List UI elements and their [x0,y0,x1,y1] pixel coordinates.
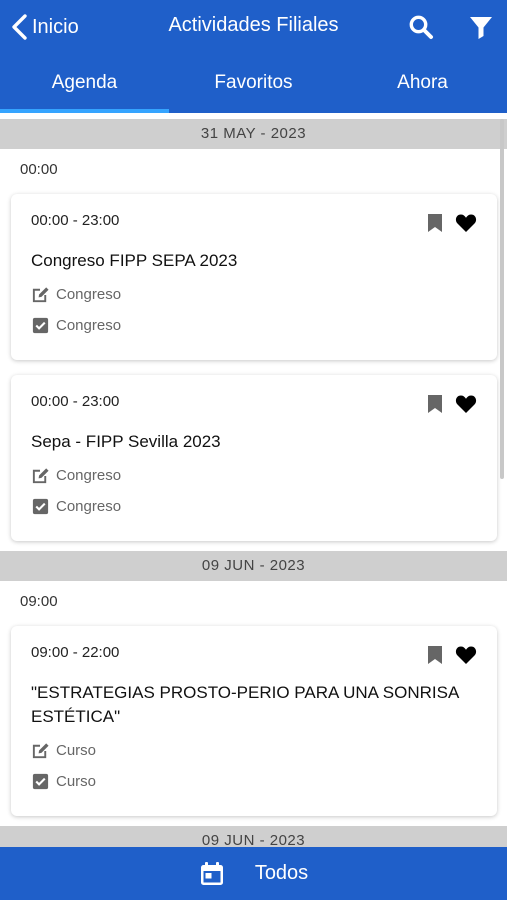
event-category: Curso [31,772,477,791]
checkbox-checked-icon [32,317,49,334]
event-category: Congreso [31,497,477,516]
event-title: Congreso FIPP SEPA 2023 [31,251,238,270]
time-group-label: 00:00 [20,161,58,178]
bookmark-icon[interactable] [427,394,443,419]
heart-icon[interactable] [455,394,477,419]
chevron-left-icon [12,14,27,40]
bookmark-icon[interactable] [427,213,443,238]
all-filter-label: Todos [254,862,309,884]
search-icon [409,15,433,39]
back-label: Inicio [32,15,79,38]
event-type: Congreso [31,285,477,304]
search-button[interactable] [406,12,436,42]
heart-icon[interactable] [455,213,477,238]
event-card[interactable]: 09:00 - 22:00 "ESTRATEGIAS PROSTO-PERIO … [11,626,497,816]
checkbox-checked-icon [32,773,49,790]
event-title: Sepa - FIPP Sevilla 2023 [31,432,221,451]
time-group-label: 09:00 [20,593,58,610]
scrollbar[interactable] [500,119,504,479]
day-header: 31 MAY - 2023 [0,119,507,149]
edit-icon [32,287,49,303]
back-button[interactable]: Inicio [10,10,79,44]
day-header: 09 JUN - 2023 [0,826,507,847]
event-category: Congreso [31,316,477,335]
event-card[interactable]: 00:00 - 23:00 Congreso FIPP SEPA 2023 Co… [11,194,497,360]
app-header: Inicio Actividades Filiales Agenda Favor… [0,0,507,113]
event-type: Congreso [31,466,477,485]
tab-agenda[interactable]: Agenda [0,60,169,113]
page-title: Actividades Filiales [168,14,339,36]
edit-icon [32,743,49,759]
filter-button[interactable] [466,12,496,42]
agenda-list[interactable]: 31 MAY - 2023 00:00 00:00 - 23:00 Congre… [0,119,507,847]
day-header: 09 JUN - 2023 [0,551,507,581]
calendar-icon [200,861,223,885]
filter-icon [470,17,492,39]
tab-ahora[interactable]: Ahora [338,60,507,113]
event-time: 00:00 - 23:00 [31,393,120,410]
event-title: "ESTRATEGIAS PROSTO-PERIO PARA UNA SONRI… [31,683,459,726]
event-time: 00:00 - 23:00 [31,212,120,229]
event-type-label: Congreso [56,467,122,484]
tab-favoritos[interactable]: Favoritos [169,60,338,113]
all-filter-button[interactable]: Todos [0,847,507,900]
event-time: 09:00 - 22:00 [31,644,120,661]
event-category-label: Congreso [56,317,122,334]
bookmark-icon[interactable] [427,645,443,670]
edit-icon [32,468,49,484]
tab-bar: Agenda Favoritos Ahora [0,60,507,113]
checkbox-checked-icon [32,498,49,515]
event-category-label: Congreso [56,498,122,515]
heart-icon[interactable] [455,645,477,670]
event-type-label: Curso [56,742,97,759]
event-category-label: Curso [56,773,97,790]
event-type: Curso [31,741,477,760]
event-card[interactable]: 00:00 - 23:00 Sepa - FIPP Sevilla 2023 C… [11,375,497,541]
event-type-label: Congreso [56,286,122,303]
